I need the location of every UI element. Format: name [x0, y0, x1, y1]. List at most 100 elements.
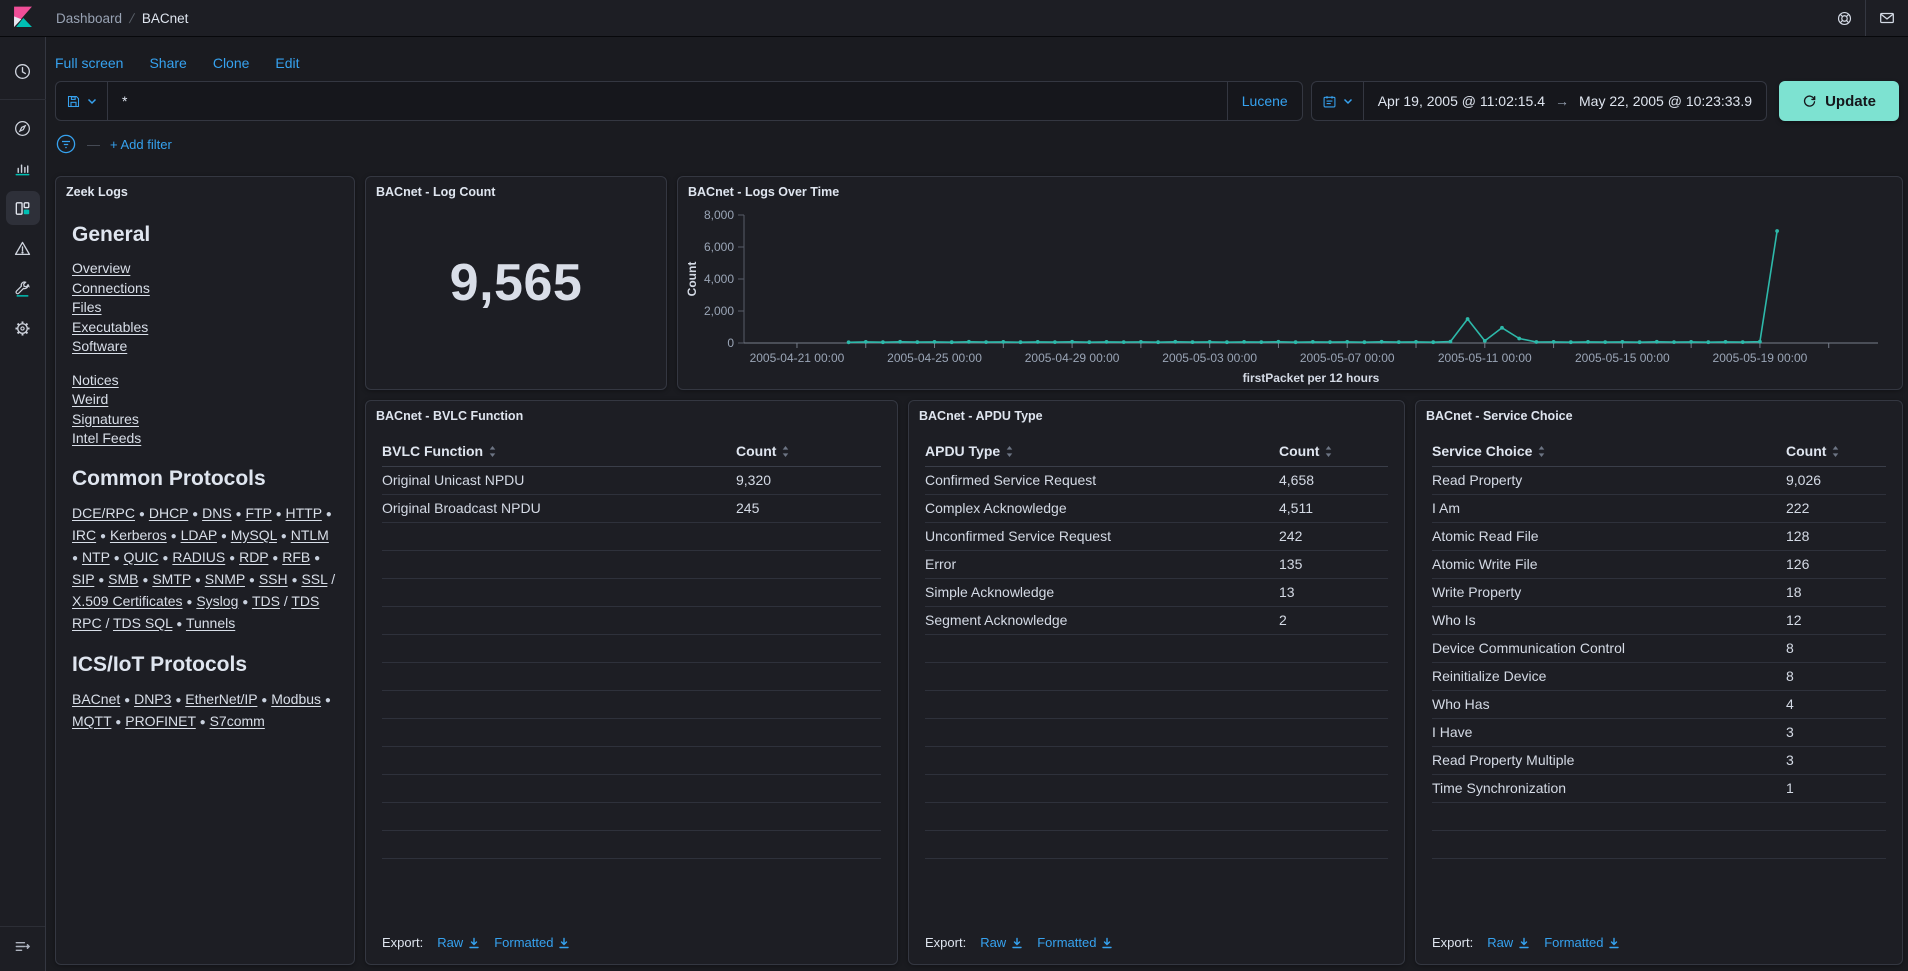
zeek-log-link[interactable]: Software: [72, 337, 127, 357]
table-cell: Reinitialize Device: [1432, 662, 1786, 690]
table-sort-header[interactable]: Service Choice: [1432, 437, 1786, 466]
zeek-logs-content: GeneralOverviewConnectionsFilesExecutabl…: [56, 199, 354, 759]
protocol-link[interactable]: NTLM: [291, 527, 329, 543]
protocol-link[interactable]: MySQL: [231, 527, 277, 543]
search-query-input[interactable]: *: [108, 82, 1227, 120]
saved-query-menu-button[interactable]: [56, 82, 108, 120]
dashboard-app: Full screen Share Clone Edit * Lucene: [46, 37, 1908, 971]
protocol-link[interactable]: Modbus: [271, 691, 321, 707]
protocol-link[interactable]: NTP: [82, 549, 110, 565]
query-language-link[interactable]: Lucene: [1242, 93, 1288, 109]
protocol-link[interactable]: DHCP: [149, 505, 188, 521]
table-cell: 13: [1279, 578, 1388, 606]
protocol-link[interactable]: RFB: [282, 549, 310, 565]
newsfeed-button[interactable]: [1866, 0, 1908, 36]
protocol-link[interactable]: Syslog: [196, 593, 238, 609]
protocol-link[interactable]: RADIUS: [172, 549, 225, 565]
export-formatted-link[interactable]: Formatted: [1037, 935, 1113, 950]
panel-zeek-logs: Zeek Logs GeneralOverviewConnectionsFile…: [55, 176, 355, 965]
protocol-link[interactable]: TDS SQL: [113, 615, 172, 631]
table-sort-header[interactable]: Count: [1786, 437, 1886, 466]
add-filter-button[interactable]: + Add filter: [110, 137, 172, 152]
bullet-separator-icon: ●: [221, 531, 227, 542]
protocol-link[interactable]: Tunnels: [186, 615, 235, 631]
protocol-link[interactable]: SMTP: [152, 571, 191, 587]
zeek-log-link[interactable]: Weird: [72, 390, 108, 410]
collapse-navigation-button[interactable]: [13, 937, 32, 961]
share-button[interactable]: Share: [149, 55, 186, 71]
chevron-down-icon: [87, 98, 97, 105]
date-range-end[interactable]: May 22, 2005 @ 10:23:33.9: [1579, 93, 1752, 109]
table-sort-header[interactable]: Count: [1279, 437, 1388, 466]
sidebar-item-management[interactable]: [0, 308, 46, 348]
table-empty-row: [382, 690, 881, 718]
zeek-log-link[interactable]: Executables: [72, 318, 148, 338]
protocol-link[interactable]: X.509 Certificates: [72, 593, 183, 609]
export-raw-link[interactable]: Raw: [437, 935, 480, 950]
date-range-start[interactable]: Apr 19, 2005 @ 11:02:15.4: [1378, 93, 1545, 109]
help-button[interactable]: [1823, 0, 1865, 36]
protocol-link[interactable]: SSL: [301, 571, 327, 587]
protocol-link[interactable]: SIP: [72, 571, 94, 587]
protocol-link[interactable]: SSH: [259, 571, 288, 587]
sidebar-item-discover[interactable]: [0, 108, 46, 148]
sidebar-item-alerts[interactable]: [0, 228, 46, 268]
date-quick-menu-button[interactable]: [1312, 82, 1364, 120]
table-cell: 18: [1786, 578, 1886, 606]
sort-icon: [1537, 445, 1546, 458]
table-cell: Original Unicast NPDU: [382, 466, 736, 494]
zeek-log-link[interactable]: Notices: [72, 371, 119, 391]
zeek-log-link[interactable]: Intel Feeds: [72, 429, 141, 449]
bullet-separator-icon: ●: [200, 717, 206, 728]
breadcrumb-dashboard[interactable]: Dashboard: [56, 11, 122, 26]
export-raw-link[interactable]: Raw: [980, 935, 1023, 950]
sidebar-item-visualize[interactable]: [0, 148, 46, 188]
protocol-link[interactable]: Kerberos: [110, 527, 167, 543]
protocol-link[interactable]: BACnet: [72, 691, 120, 707]
table-sort-header[interactable]: APDU Type: [925, 437, 1279, 466]
recently-viewed-button[interactable]: [0, 51, 46, 91]
protocol-link[interactable]: FTP: [245, 505, 271, 521]
protocol-link[interactable]: DCE/RPC: [72, 505, 135, 521]
protocol-link[interactable]: DNP3: [134, 691, 171, 707]
protocol-link[interactable]: MQTT: [72, 713, 111, 729]
protocol-link[interactable]: SNMP: [205, 571, 245, 587]
zeek-log-link[interactable]: Signatures: [72, 410, 139, 430]
clone-button[interactable]: Clone: [213, 55, 250, 71]
sidebar-item-dashboard[interactable]: [0, 188, 46, 228]
protocol-link[interactable]: PROFINET: [125, 713, 196, 729]
update-button[interactable]: Update: [1779, 81, 1899, 121]
protocol-link[interactable]: IRC: [72, 527, 96, 543]
protocol-link[interactable]: TDS: [252, 593, 280, 609]
table-row: I Am222: [1432, 494, 1886, 522]
protocol-link[interactable]: RDP: [239, 549, 268, 565]
download-icon: [1608, 937, 1620, 949]
table-cell: Simple Acknowledge: [925, 578, 1279, 606]
protocol-link[interactable]: DNS: [202, 505, 232, 521]
protocol-link[interactable]: EtherNet/IP: [185, 691, 257, 707]
filter-icon[interactable]: [55, 133, 77, 155]
table-sort-header[interactable]: BVLC Function: [382, 437, 736, 466]
sidebar-item-dev-tools[interactable]: [0, 268, 46, 308]
table-sort-header[interactable]: Count: [736, 437, 881, 466]
full-screen-button[interactable]: Full screen: [55, 55, 123, 71]
bullet-separator-icon: ●: [100, 531, 106, 542]
zeek-log-link[interactable]: Overview: [72, 259, 130, 279]
zeek-log-link[interactable]: Files: [72, 298, 102, 318]
protocol-link[interactable]: LDAP: [181, 527, 217, 543]
zeek-log-link[interactable]: Connections: [72, 279, 150, 299]
table-cell: 242: [1279, 522, 1388, 550]
export-formatted-link[interactable]: Formatted: [1544, 935, 1620, 950]
markdown-heading: ICS/IoT Protocols: [72, 655, 338, 675]
export-formatted-link[interactable]: Formatted: [494, 935, 570, 950]
protocol-link[interactable]: QUIC: [124, 549, 159, 565]
bullet-separator-icon: ●: [325, 695, 331, 706]
protocol-link[interactable]: SMB: [108, 571, 138, 587]
export-raw-link[interactable]: Raw: [1487, 935, 1530, 950]
protocol-link[interactable]: HTTP: [286, 505, 322, 521]
protocol-link[interactable]: S7comm: [210, 713, 265, 729]
kibana-logo[interactable]: [0, 0, 46, 36]
table-row: Original Broadcast NPDU245: [382, 494, 881, 522]
edit-button[interactable]: Edit: [275, 55, 299, 71]
sort-icon: [488, 445, 497, 458]
